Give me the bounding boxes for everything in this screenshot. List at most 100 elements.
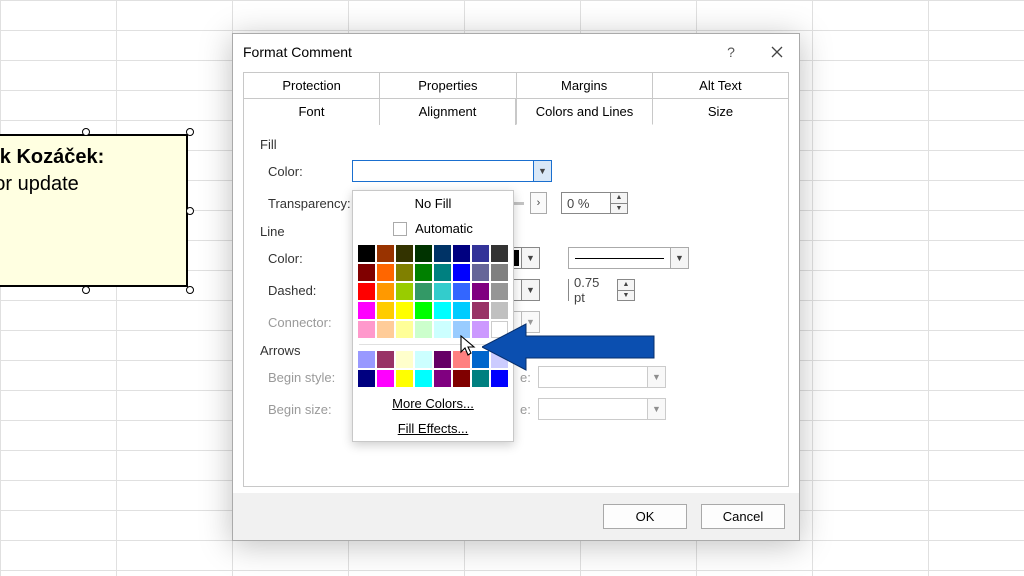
selection-handle[interactable] bbox=[82, 286, 90, 294]
end-size-label: e: bbox=[520, 402, 538, 417]
color-swatch[interactable] bbox=[377, 283, 394, 300]
tab-protection[interactable]: Protection bbox=[243, 72, 380, 98]
tab-alignment[interactable]: Alignment bbox=[380, 98, 516, 125]
tab-alt-text[interactable]: Alt Text bbox=[653, 72, 789, 98]
dialog-titlebar[interactable]: Format Comment ? bbox=[233, 34, 799, 72]
color-swatch[interactable] bbox=[434, 351, 451, 368]
color-swatch[interactable] bbox=[491, 283, 508, 300]
color-swatch[interactable] bbox=[434, 264, 451, 281]
color-swatch[interactable] bbox=[415, 351, 432, 368]
color-swatch[interactable] bbox=[377, 351, 394, 368]
close-icon[interactable] bbox=[765, 40, 789, 64]
color-swatch[interactable] bbox=[358, 264, 375, 281]
dashed-label: Dashed: bbox=[260, 283, 352, 298]
spinner-up-icon[interactable]: ▲ bbox=[611, 193, 627, 203]
color-swatch[interactable] bbox=[415, 370, 432, 387]
mouse-cursor-icon bbox=[460, 335, 478, 357]
color-swatch[interactable] bbox=[415, 321, 432, 338]
color-swatch[interactable] bbox=[491, 264, 508, 281]
color-swatch[interactable] bbox=[415, 264, 432, 281]
transparency-spinner[interactable]: 0 % ▲▼ bbox=[561, 192, 628, 214]
color-swatch[interactable] bbox=[415, 245, 432, 262]
chevron-down-icon[interactable]: ▼ bbox=[521, 248, 539, 268]
color-swatch[interactable] bbox=[415, 302, 432, 319]
color-swatch[interactable] bbox=[434, 321, 451, 338]
automatic-swatch bbox=[393, 222, 407, 236]
color-swatch[interactable] bbox=[434, 302, 451, 319]
line-weight-value[interactable]: 0.75 pt bbox=[569, 275, 617, 305]
color-swatch[interactable] bbox=[396, 302, 413, 319]
selection-handle[interactable] bbox=[186, 207, 194, 215]
color-swatch[interactable] bbox=[377, 264, 394, 281]
color-swatch[interactable] bbox=[377, 302, 394, 319]
color-swatch[interactable] bbox=[434, 245, 451, 262]
color-swatch[interactable] bbox=[453, 245, 470, 262]
transparency-label: Transparency: bbox=[260, 196, 352, 211]
ok-button[interactable]: OK bbox=[603, 504, 687, 529]
color-swatch[interactable] bbox=[377, 370, 394, 387]
color-picker-popup: No Fill Automatic More Colors... Fill Ef… bbox=[352, 190, 514, 442]
tab-colors-and-lines[interactable]: Colors and Lines bbox=[516, 98, 653, 125]
annotation-arrow bbox=[482, 320, 662, 374]
color-swatch[interactable] bbox=[472, 283, 489, 300]
color-swatch[interactable] bbox=[358, 370, 375, 387]
color-swatch[interactable] bbox=[434, 370, 451, 387]
cell-comment[interactable]: išek Kozáček: g for update bbox=[0, 134, 188, 287]
chevron-down-icon[interactable]: ▼ bbox=[521, 280, 539, 300]
color-swatch[interactable] bbox=[396, 321, 413, 338]
selection-handle[interactable] bbox=[186, 128, 194, 136]
color-swatch[interactable] bbox=[358, 351, 375, 368]
color-swatch[interactable] bbox=[491, 245, 508, 262]
chevron-down-icon[interactable]: ▼ bbox=[670, 248, 688, 268]
chevron-down-icon: ▼ bbox=[647, 399, 665, 419]
tab-margins[interactable]: Margins bbox=[517, 72, 653, 98]
tab-size[interactable]: Size bbox=[653, 98, 789, 125]
color-swatch[interactable] bbox=[472, 245, 489, 262]
color-swatch[interactable] bbox=[396, 283, 413, 300]
transparency-value[interactable]: 0 % bbox=[562, 196, 610, 211]
tab-properties[interactable]: Properties bbox=[380, 72, 516, 98]
fill-effects-item[interactable]: Fill Effects... bbox=[353, 416, 513, 441]
color-swatch[interactable] bbox=[396, 245, 413, 262]
format-comment-dialog: Format Comment ? Protection Properties M… bbox=[232, 33, 800, 541]
color-swatch[interactable] bbox=[396, 370, 413, 387]
color-swatch[interactable] bbox=[358, 302, 375, 319]
color-swatch[interactable] bbox=[358, 245, 375, 262]
automatic-item[interactable]: Automatic bbox=[353, 216, 513, 241]
line-weight-spinner[interactable]: 0.75 pt ▲▼ bbox=[568, 279, 635, 301]
color-swatch[interactable] bbox=[377, 245, 394, 262]
spinner-down-icon[interactable]: ▼ bbox=[618, 290, 634, 301]
spinner-up-icon[interactable]: ▲ bbox=[618, 280, 634, 290]
fill-color-dropdown[interactable]: ▼ bbox=[352, 160, 552, 182]
spinner-down-icon[interactable]: ▼ bbox=[611, 203, 627, 214]
cancel-button[interactable]: Cancel bbox=[701, 504, 785, 529]
selection-handle[interactable] bbox=[186, 286, 194, 294]
color-swatch[interactable] bbox=[415, 283, 432, 300]
end-size-dropdown: ▼ bbox=[538, 398, 666, 420]
no-fill-item[interactable]: No Fill bbox=[353, 191, 513, 216]
color-swatch[interactable] bbox=[472, 302, 489, 319]
color-swatch[interactable] bbox=[358, 283, 375, 300]
tab-font[interactable]: Font bbox=[243, 98, 380, 125]
selection-handle[interactable] bbox=[82, 128, 90, 136]
color-swatch[interactable] bbox=[453, 264, 470, 281]
color-swatch[interactable] bbox=[453, 302, 470, 319]
color-swatch[interactable] bbox=[453, 283, 470, 300]
color-swatch[interactable] bbox=[396, 264, 413, 281]
transparency-step-button[interactable]: › bbox=[530, 192, 547, 214]
color-swatch[interactable] bbox=[453, 370, 470, 387]
help-icon[interactable]: ? bbox=[719, 40, 743, 64]
dialog-title: Format Comment bbox=[243, 44, 352, 60]
fill-color-label: Color: bbox=[260, 164, 352, 179]
color-swatch[interactable] bbox=[434, 283, 451, 300]
color-swatch[interactable] bbox=[358, 321, 375, 338]
color-swatch[interactable] bbox=[491, 302, 508, 319]
color-swatch[interactable] bbox=[472, 264, 489, 281]
color-swatch[interactable] bbox=[396, 351, 413, 368]
line-style-dropdown[interactable]: ▼ bbox=[568, 247, 689, 269]
color-swatch[interactable] bbox=[377, 321, 394, 338]
begin-size-label: Begin size: bbox=[260, 402, 352, 417]
chevron-down-icon[interactable]: ▼ bbox=[533, 161, 551, 181]
more-colors-item[interactable]: More Colors... bbox=[353, 391, 513, 416]
dialog-footer: OK Cancel bbox=[233, 493, 799, 540]
